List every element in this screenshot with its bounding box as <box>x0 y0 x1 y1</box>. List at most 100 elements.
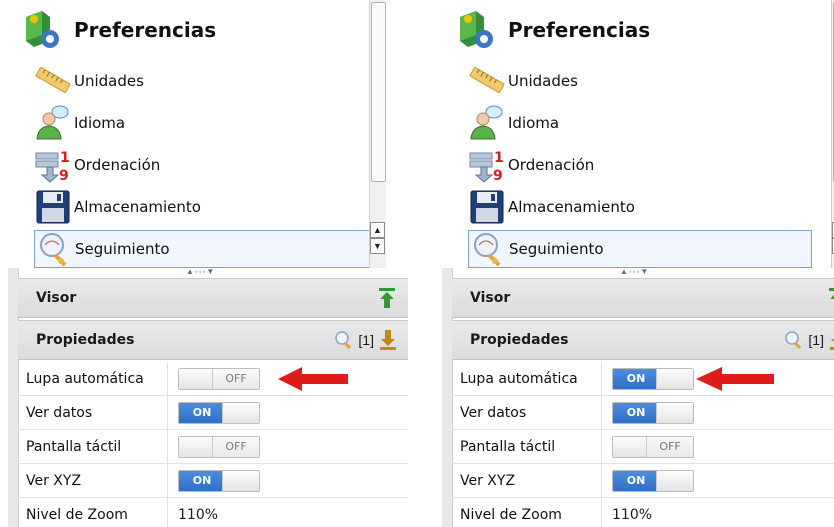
property-name: Pantalla táctil <box>452 430 602 463</box>
page-title: Preferencias <box>508 18 651 42</box>
section-visor-label: Visor <box>36 290 77 306</box>
property-name: Pantalla táctil <box>18 430 168 463</box>
section-propiedades-actions: [1] <box>784 329 834 351</box>
move-bottom-icon[interactable] <box>380 329 396 351</box>
tracking-magnifier-icon <box>335 331 352 349</box>
section-propiedades-label: Propiedades <box>470 332 569 348</box>
tree-title: Preferencias <box>454 6 650 54</box>
scroll-down-button[interactable]: ▼ <box>370 238 385 254</box>
toggle-knob <box>222 470 259 491</box>
toggle-state-text: ON <box>613 470 659 491</box>
tree-item-seguimiento[interactable]: Seguimiento <box>468 230 812 268</box>
section-propiedades[interactable]: Propiedades [1] <box>452 320 834 360</box>
toggle-state-text: OFF <box>646 436 693 457</box>
toggle-state-text: ON <box>179 402 225 423</box>
scroll-up-button[interactable]: ▲ <box>370 222 385 238</box>
tree-item-ordenacion[interactable]: 19 Ordenación <box>34 146 378 184</box>
tree-scrollbar[interactable]: ▲ ▼ <box>369 0 386 268</box>
tree-item-label: Unidades <box>74 72 144 90</box>
tree-title: Preferencias <box>20 6 216 54</box>
section-visor-label: Visor <box>470 290 511 306</box>
move-top-icon[interactable] <box>378 287 396 309</box>
toggle-knob <box>656 470 693 491</box>
section-visor[interactable]: Visor <box>18 278 408 318</box>
section-visor[interactable]: Visor <box>452 278 834 318</box>
toggle-knob <box>656 402 693 423</box>
toggle-knob <box>222 402 259 423</box>
toggle-knob <box>613 436 649 457</box>
preferences-tree: Preferencias Unidades Idioma 19 Ordenaci… <box>8 0 408 276</box>
tree-item-unidades[interactable]: Unidades <box>468 62 812 100</box>
annotation-arrow-icon <box>696 367 774 391</box>
toggle-ver-datos[interactable]: ON <box>612 401 694 424</box>
toggle-lupa-automatica[interactable]: OFF <box>178 367 260 390</box>
ruler-icon <box>468 63 506 99</box>
tree-item-ordenacion[interactable]: 19 Ordenación <box>468 146 812 184</box>
toggle-knob <box>179 368 215 389</box>
toggle-ver-xyz[interactable]: ON <box>612 469 694 492</box>
tree-item-label: Seguimiento <box>509 240 604 258</box>
properties-count: [1] <box>358 332 374 348</box>
toggle-knob <box>656 368 693 389</box>
zoom-level-value[interactable]: 110% <box>168 498 218 527</box>
tree-item-seguimiento[interactable]: Seguimiento <box>34 230 378 268</box>
tree-item-label: Idioma <box>508 114 560 132</box>
toggle-ver-datos[interactable]: ON <box>178 401 260 424</box>
property-row-nivel-zoom: Nivel de Zoom 110% <box>452 498 834 527</box>
sort-19-icon: 19 <box>34 147 72 184</box>
tree-item-unidades[interactable]: Unidades <box>34 62 378 100</box>
property-row-pantalla-tactil: Pantalla táctil OFF <box>452 430 834 464</box>
preferences-panel-right: ▸••••◂ Preferencias Unidades Idioma <box>442 0 834 527</box>
scrollbar-thumb[interactable] <box>371 2 386 182</box>
move-bottom-icon[interactable] <box>830 329 834 351</box>
svg-text:1: 1 <box>60 150 70 166</box>
property-row-ver-xyz: Ver XYZ ON <box>452 464 834 498</box>
tree-item-almacenamiento[interactable]: Almacenamiento <box>34 188 378 226</box>
tree-item-label: Ordenación <box>508 156 595 174</box>
section-propiedades-label: Propiedades <box>36 332 135 348</box>
tree-resize-grip[interactable]: ▲◦◦◦▼ <box>186 267 215 276</box>
floppy-disk-icon <box>34 189 72 225</box>
preferences-app-icon <box>26 11 59 48</box>
property-row-ver-datos: Ver datos ON <box>452 396 834 430</box>
toggle-pantalla-tactil[interactable]: OFF <box>612 435 694 458</box>
toggle-lupa-automatica[interactable]: ON <box>612 367 694 390</box>
tree-item-label: Almacenamiento <box>74 198 201 216</box>
toggle-knob <box>179 436 215 457</box>
property-row-pantalla-tactil: Pantalla táctil OFF <box>18 430 408 464</box>
properties-count: [1] <box>808 332 824 348</box>
toggle-pantalla-tactil[interactable]: OFF <box>178 435 260 458</box>
tracking-magnifier-icon <box>35 231 73 267</box>
toggle-state-text: ON <box>613 368 659 389</box>
user-speech-icon <box>34 105 72 141</box>
property-name: Lupa automática <box>18 362 168 395</box>
tree-item-label: Idioma <box>74 114 126 132</box>
section-propiedades-actions: [1] <box>334 329 396 351</box>
preferences-tree: Preferencias Unidades Idioma 19 Ordenaci… <box>442 0 834 276</box>
property-name: Nivel de Zoom <box>18 498 168 527</box>
tree-item-idioma[interactable]: Idioma <box>34 104 378 142</box>
tracking-magnifier-icon <box>785 331 802 349</box>
user-speech-icon <box>468 105 506 141</box>
page-title: Preferencias <box>74 18 217 42</box>
toggle-state-text: OFF <box>212 368 259 389</box>
tree-item-almacenamiento[interactable]: Almacenamiento <box>468 188 812 226</box>
section-propiedades[interactable]: Propiedades [1] <box>18 320 408 360</box>
toggle-ver-xyz[interactable]: ON <box>178 469 260 492</box>
svg-text:9: 9 <box>59 168 69 183</box>
ruler-icon <box>34 63 72 99</box>
tree-resize-grip[interactable]: ▲◦◦◦▼ <box>620 267 649 276</box>
zoom-level-value[interactable]: 110% <box>602 498 652 527</box>
move-top-icon[interactable] <box>828 287 834 309</box>
property-name: Ver XYZ <box>18 464 168 497</box>
tree-item-label: Ordenación <box>74 156 161 174</box>
property-grid: Lupa automática ON Ver datos ON Pantalla… <box>452 362 834 527</box>
preferences-app-icon <box>460 11 493 48</box>
floppy-disk-icon <box>468 189 506 225</box>
property-row-nivel-zoom: Nivel de Zoom 110% <box>18 498 408 527</box>
property-row-ver-xyz: Ver XYZ ON <box>18 464 408 498</box>
toggle-state-text: ON <box>613 402 659 423</box>
toggle-state-text: OFF <box>212 436 259 457</box>
tree-item-idioma[interactable]: Idioma <box>468 104 812 142</box>
annotation-arrow-icon <box>278 367 348 391</box>
